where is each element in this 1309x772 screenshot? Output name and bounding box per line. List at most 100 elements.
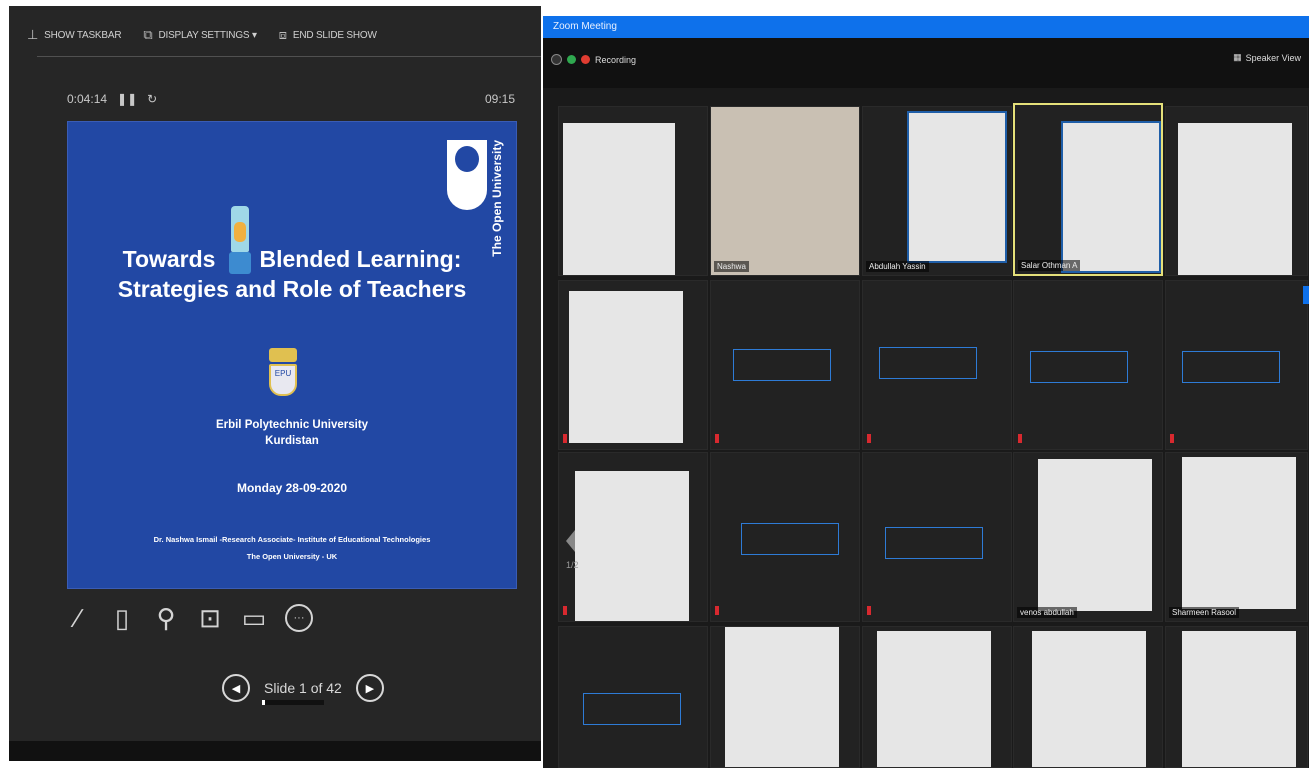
video-tile[interactable] — [1013, 626, 1163, 768]
speaker-view-icon: ▦ — [1233, 52, 1242, 62]
participant-video — [907, 111, 1007, 263]
title-part-2: Blended Learning: — [259, 246, 462, 272]
slide-credit: Dr. Nashwa Ismail -Research Associate- I… — [68, 531, 516, 565]
muted-mic-icon — [867, 434, 871, 443]
zoom-title-bar[interactable]: Zoom Meeting — [543, 16, 1309, 38]
muted-mic-icon — [563, 606, 567, 615]
video-tile[interactable] — [1165, 280, 1308, 450]
video-tile[interactable]: venos abdullah — [1013, 452, 1163, 622]
show-taskbar-button[interactable]: ⊥ SHOW TASKBAR — [27, 27, 122, 43]
participant-video — [1178, 123, 1292, 275]
video-tile-active-speaker[interactable]: Salar Othman A — [1013, 103, 1163, 276]
university-block: Erbil Polytechnic University Kurdistan — [68, 417, 516, 449]
video-tile[interactable] — [710, 626, 860, 768]
restart-icon[interactable]: ↻ — [147, 92, 157, 106]
speaker-view-label: Speaker View — [1245, 52, 1301, 63]
credit-line-2: The Open University - UK — [246, 552, 338, 561]
participant-video — [1182, 631, 1296, 767]
display-settings-icon: ⧉ — [143, 27, 153, 42]
camera-off-placeholder — [733, 349, 831, 381]
page-indicator: 1/2 — [566, 560, 579, 570]
more-options-icon[interactable]: ··· — [285, 604, 313, 632]
speaker-view-button[interactable]: ▦ Speaker View — [1233, 52, 1301, 63]
camera-off-placeholder — [1182, 351, 1280, 383]
presenter-tools: ∕ ▯ ⚲ ⊡ ▭ ··· — [65, 603, 313, 633]
participant-video — [1038, 459, 1152, 611]
muted-mic-icon — [1170, 434, 1174, 443]
participant-video — [711, 107, 859, 275]
see-all-slides-icon[interactable]: ▯ — [109, 603, 135, 633]
next-slide-button[interactable]: ▶ — [355, 674, 384, 702]
video-tile[interactable] — [862, 280, 1012, 450]
gallery-pager[interactable]: 1/2 — [566, 530, 579, 570]
video-tile[interactable]: Sharmeen Rasool — [1165, 452, 1308, 622]
participant-video — [563, 123, 675, 275]
video-tile[interactable] — [1165, 626, 1308, 768]
black-screen-icon[interactable]: ⊡ — [197, 603, 223, 633]
end-slide-show-button[interactable]: ⧈ END SLIDE SHOW — [279, 27, 377, 43]
display-settings-label: DISPLAY SETTINGS ▾ — [158, 29, 257, 41]
toolbar-divider — [37, 56, 541, 57]
epu-crest-icon: EPU — [269, 348, 297, 410]
slide-title: Towards Blended Learning: Strategies and … — [68, 244, 516, 304]
muted-mic-icon — [715, 434, 719, 443]
presenter-view: ⊥ SHOW TASKBAR ⧉ DISPLAY SETTINGS ▾ ⧈ EN… — [9, 6, 541, 761]
credit-line-1: Dr. Nashwa Ismail -Research Associate- I… — [153, 535, 431, 544]
participant-video — [575, 471, 689, 621]
zoom-top-bar: Recording ▦ Speaker View — [543, 38, 1309, 88]
video-tile[interactable] — [558, 626, 708, 768]
video-tile[interactable] — [1165, 106, 1308, 276]
muted-mic-icon — [1018, 434, 1022, 443]
video-tile[interactable] — [862, 626, 1012, 768]
pause-icon[interactable]: ❚❚ — [117, 92, 137, 106]
participant-video — [877, 631, 991, 767]
video-tile[interactable] — [1013, 280, 1163, 450]
participant-name: Abdullah Yassin — [866, 261, 929, 272]
slide-navigation: ◀ Slide 1 of 42 ▶ — [222, 674, 384, 705]
video-tile[interactable] — [558, 452, 708, 622]
participant-name: Sharmeen Rasool — [1169, 607, 1240, 618]
recording-indicator[interactable]: Recording — [551, 54, 636, 65]
ou-brand-text: The Open University — [490, 140, 504, 257]
video-tile[interactable] — [558, 106, 708, 276]
slide-date: Monday 28-09-2020 — [236, 481, 348, 495]
camera-off-placeholder — [583, 693, 681, 725]
video-tile[interactable] — [710, 452, 860, 622]
pen-icon[interactable]: ∕ — [65, 603, 91, 633]
side-panel-tab[interactable] — [1303, 286, 1309, 304]
video-tile[interactable] — [558, 280, 708, 450]
end-show-icon: ⧈ — [278, 27, 287, 42]
zoom-window: Zoom Meeting Recording ▦ Speaker View Na… — [543, 16, 1309, 768]
subtitles-icon[interactable]: ▭ — [241, 603, 267, 633]
participant-video — [1061, 121, 1161, 273]
previous-page-icon[interactable] — [566, 530, 575, 552]
end-slide-show-label: END SLIDE SHOW — [292, 29, 377, 41]
show-taskbar-label: SHOW TASKBAR — [44, 29, 122, 41]
participant-video — [569, 291, 683, 443]
gallery-grid: Nashwa Abdullah Yassin Salar Othman A ve… — [558, 100, 1308, 768]
title-line-2: Strategies and Role of Teachers — [117, 276, 467, 302]
taskbar-icon: ⊥ — [27, 27, 39, 42]
video-tile[interactable] — [710, 280, 860, 450]
participant-name: Nashwa — [714, 261, 749, 272]
slide-counter[interactable]: Slide 1 of 42 — [262, 680, 342, 705]
open-university-logo: The Open University — [447, 140, 504, 257]
slide-counter-label: Slide 1 of 42 — [264, 680, 342, 696]
video-tile[interactable]: Nashwa — [710, 106, 860, 276]
muted-mic-icon — [867, 606, 871, 615]
camera-off-placeholder — [885, 527, 983, 559]
university-region: Kurdistan — [265, 435, 319, 447]
encryption-shield-icon[interactable] — [567, 55, 576, 64]
video-tile[interactable]: Abdullah Yassin — [862, 106, 1012, 276]
display-settings-button[interactable]: ⧉ DISPLAY SETTINGS ▾ — [143, 27, 257, 43]
camera-off-placeholder — [879, 347, 977, 379]
participant-video — [1182, 457, 1296, 609]
video-tile[interactable] — [862, 452, 1012, 622]
current-slide[interactable]: The Open University Towards Blended Learn… — [67, 121, 517, 589]
ou-shield-icon — [447, 140, 487, 210]
previous-slide-button[interactable]: ◀ — [222, 674, 250, 702]
info-icon[interactable] — [551, 54, 562, 65]
recording-dot-icon — [581, 55, 590, 64]
zoom-slide-icon[interactable]: ⚲ — [153, 603, 179, 633]
participant-name: Salar Othman A — [1018, 260, 1081, 271]
